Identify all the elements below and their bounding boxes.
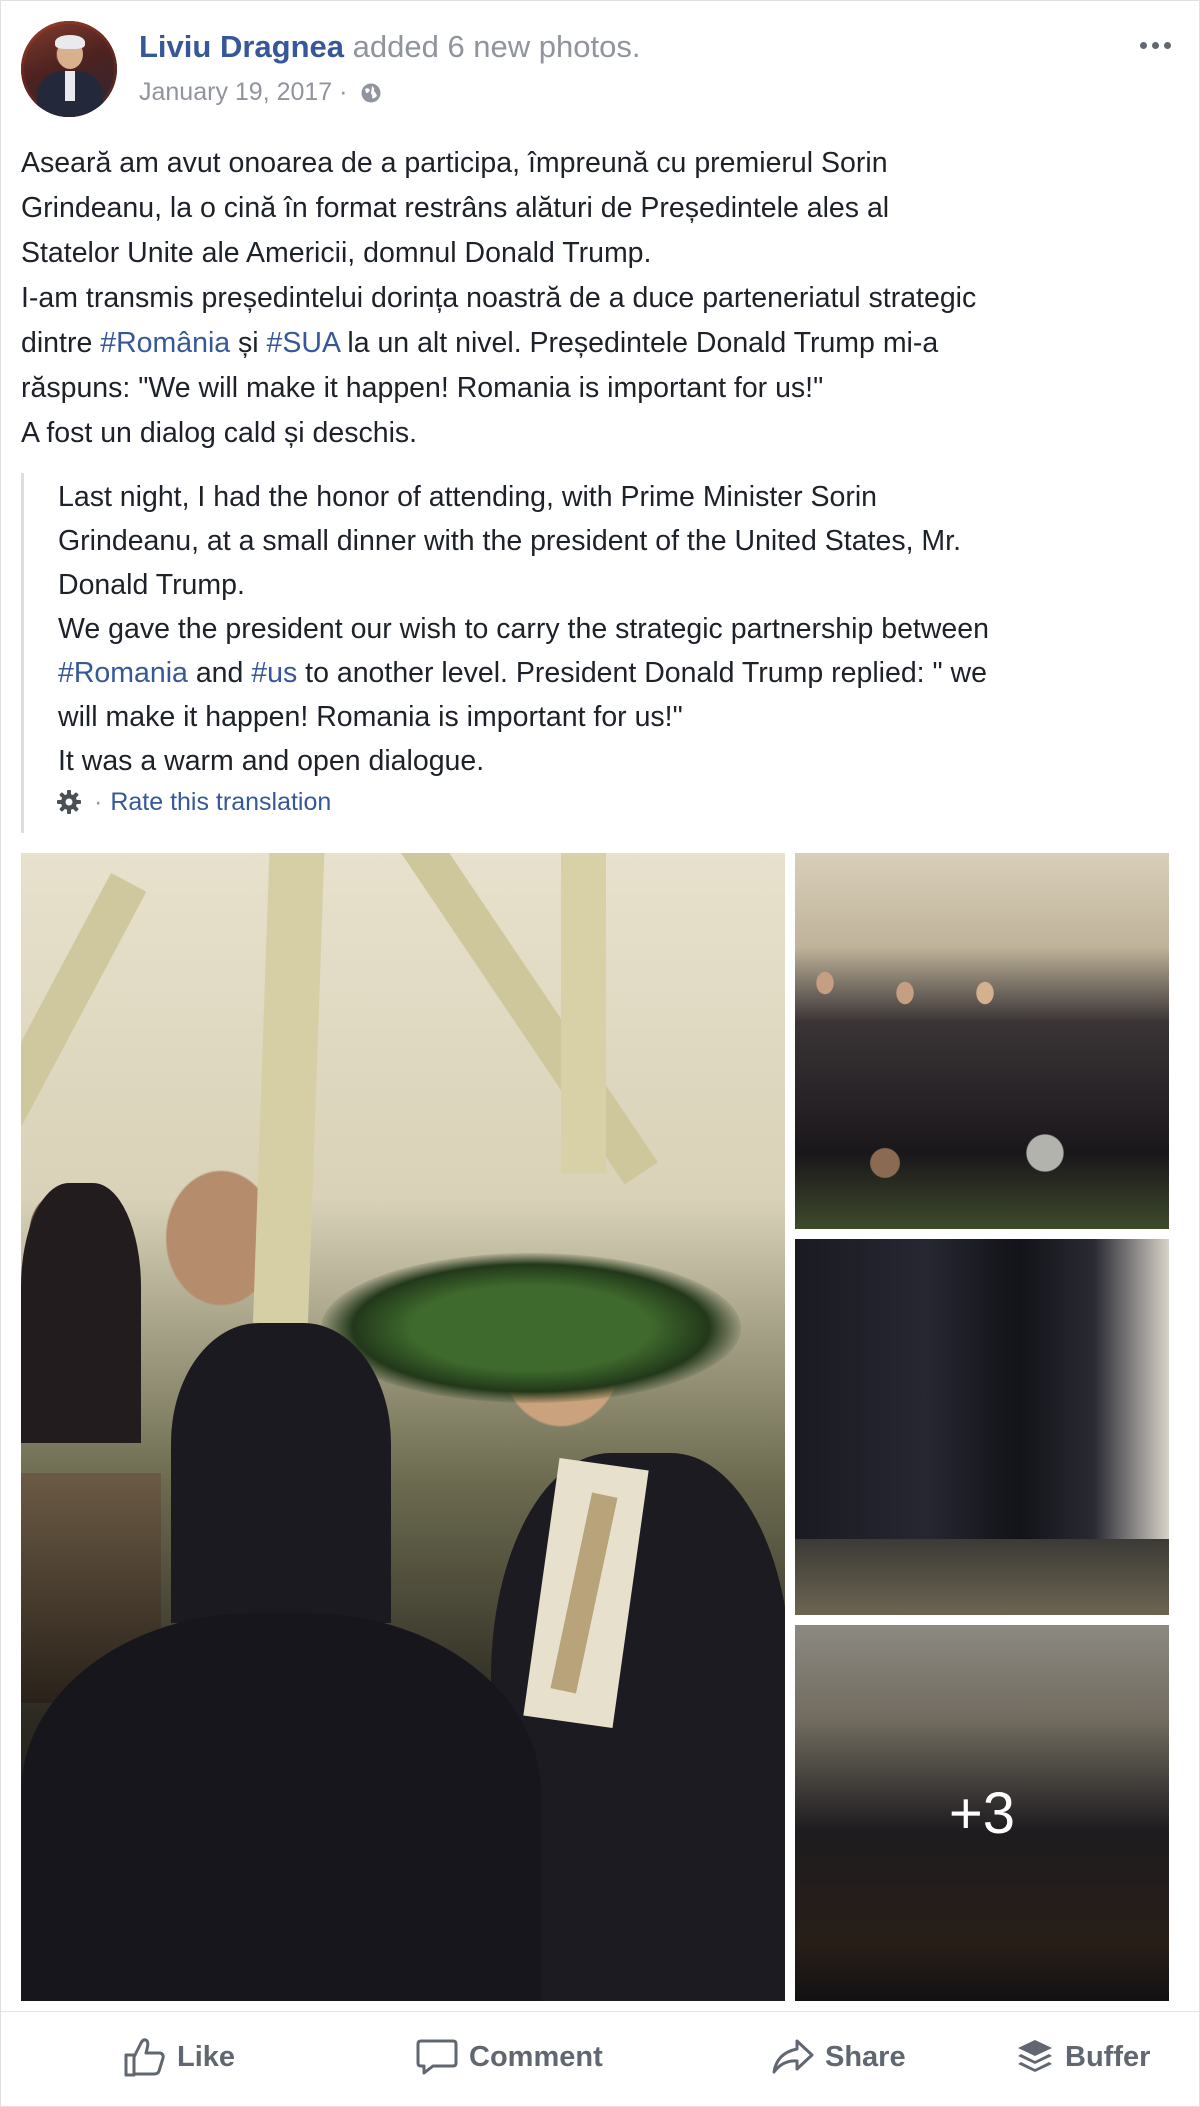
globe-icon[interactable]: [360, 82, 382, 104]
author-name-link[interactable]: Liviu Dragnea: [139, 29, 344, 64]
more-photos-count[interactable]: +3: [795, 1625, 1169, 2001]
comment-button[interactable]: Comment: [415, 2032, 603, 2082]
translation-block: Last night, I had the honor of attending…: [21, 473, 1174, 833]
hashtag-sua[interactable]: #SUA: [267, 327, 340, 359]
rate-translation-link[interactable]: Rate this translation: [110, 785, 331, 819]
share-label: Share: [825, 2040, 906, 2073]
post-card: Liviu Dragnea added 6 new photos. Januar…: [0, 0, 1200, 2107]
post-text-line: A fost un dialog cald și deschis.: [21, 417, 418, 449]
translation-line: Last night, I had the honor of attending…: [58, 481, 878, 513]
gear-icon: [57, 790, 81, 814]
post-text-line: I-am transmis președintelui dorința noas…: [21, 282, 977, 314]
hashtag-romania[interactable]: #România: [100, 327, 230, 359]
like-label: Like: [177, 2040, 236, 2073]
action-bar: Like Comment Share Buffer: [1, 2011, 1199, 2107]
avatar[interactable]: [21, 21, 117, 117]
hashtag-us[interactable]: #us: [251, 657, 297, 689]
post-timestamp[interactable]: January 19, 2017: [139, 78, 332, 106]
meta-separator: ·: [339, 78, 348, 106]
translation-line: #Romania and #us to another level. Presi…: [58, 657, 987, 689]
comment-label: Comment: [469, 2040, 603, 2073]
photo-grid: +3: [21, 853, 1169, 2001]
post-header: Liviu Dragnea added 6 new photos. Januar…: [21, 21, 1181, 121]
translation-line: will make it happen! Romania is importan…: [58, 701, 683, 733]
like-button[interactable]: Like: [123, 2032, 235, 2082]
buffer-button[interactable]: Buffer: [1015, 2032, 1150, 2082]
comment-icon: [416, 2039, 458, 2075]
post-text-line: Grindeanu, la o cină în format restrâns …: [21, 192, 890, 224]
translation-text: Last night, I had the honor of attending…: [58, 475, 989, 783]
post-action-text: added 6 new photos.: [352, 29, 641, 64]
photo-thumbnail[interactable]: [795, 853, 1169, 1229]
translation-line: Grindeanu, at a small dinner with the pr…: [58, 525, 961, 557]
author-line: Liviu Dragnea added 6 new photos.: [139, 27, 640, 67]
post-text-line: dintre #România și #SUA la un alt nivel.…: [21, 327, 939, 359]
post-text-line: răspuns: "We will make it happen! Romani…: [21, 372, 824, 404]
share-icon: [772, 2039, 814, 2074]
rate-translation[interactable]: · Rate this translation: [54, 785, 331, 819]
post-text: Aseară am avut onoarea de a participa, î…: [21, 141, 1171, 456]
translation-line: Donald Trump.: [58, 569, 245, 601]
photo-main[interactable]: [21, 853, 785, 2001]
like-icon: [124, 2038, 165, 2077]
post-meta: January 19, 2017 ·: [139, 75, 382, 109]
post-text-line: Statelor Unite ale Americii, domnul Dona…: [21, 237, 652, 269]
rate-separator: ·: [94, 788, 103, 816]
more-options-icon[interactable]: [1135, 33, 1175, 57]
photo-thumbnail[interactable]: [795, 1239, 1169, 1615]
buffer-label: Buffer: [1065, 2040, 1151, 2073]
translation-line: It was a warm and open dialogue.: [58, 745, 485, 777]
post-text-line: Aseară am avut onoarea de a participa, î…: [21, 147, 888, 179]
translation-line: We gave the president our wish to carry …: [58, 613, 989, 645]
buffer-icon: [1018, 2040, 1052, 2072]
share-button[interactable]: Share: [771, 2032, 906, 2082]
hashtag-romania-translated[interactable]: #Romania: [58, 657, 188, 689]
